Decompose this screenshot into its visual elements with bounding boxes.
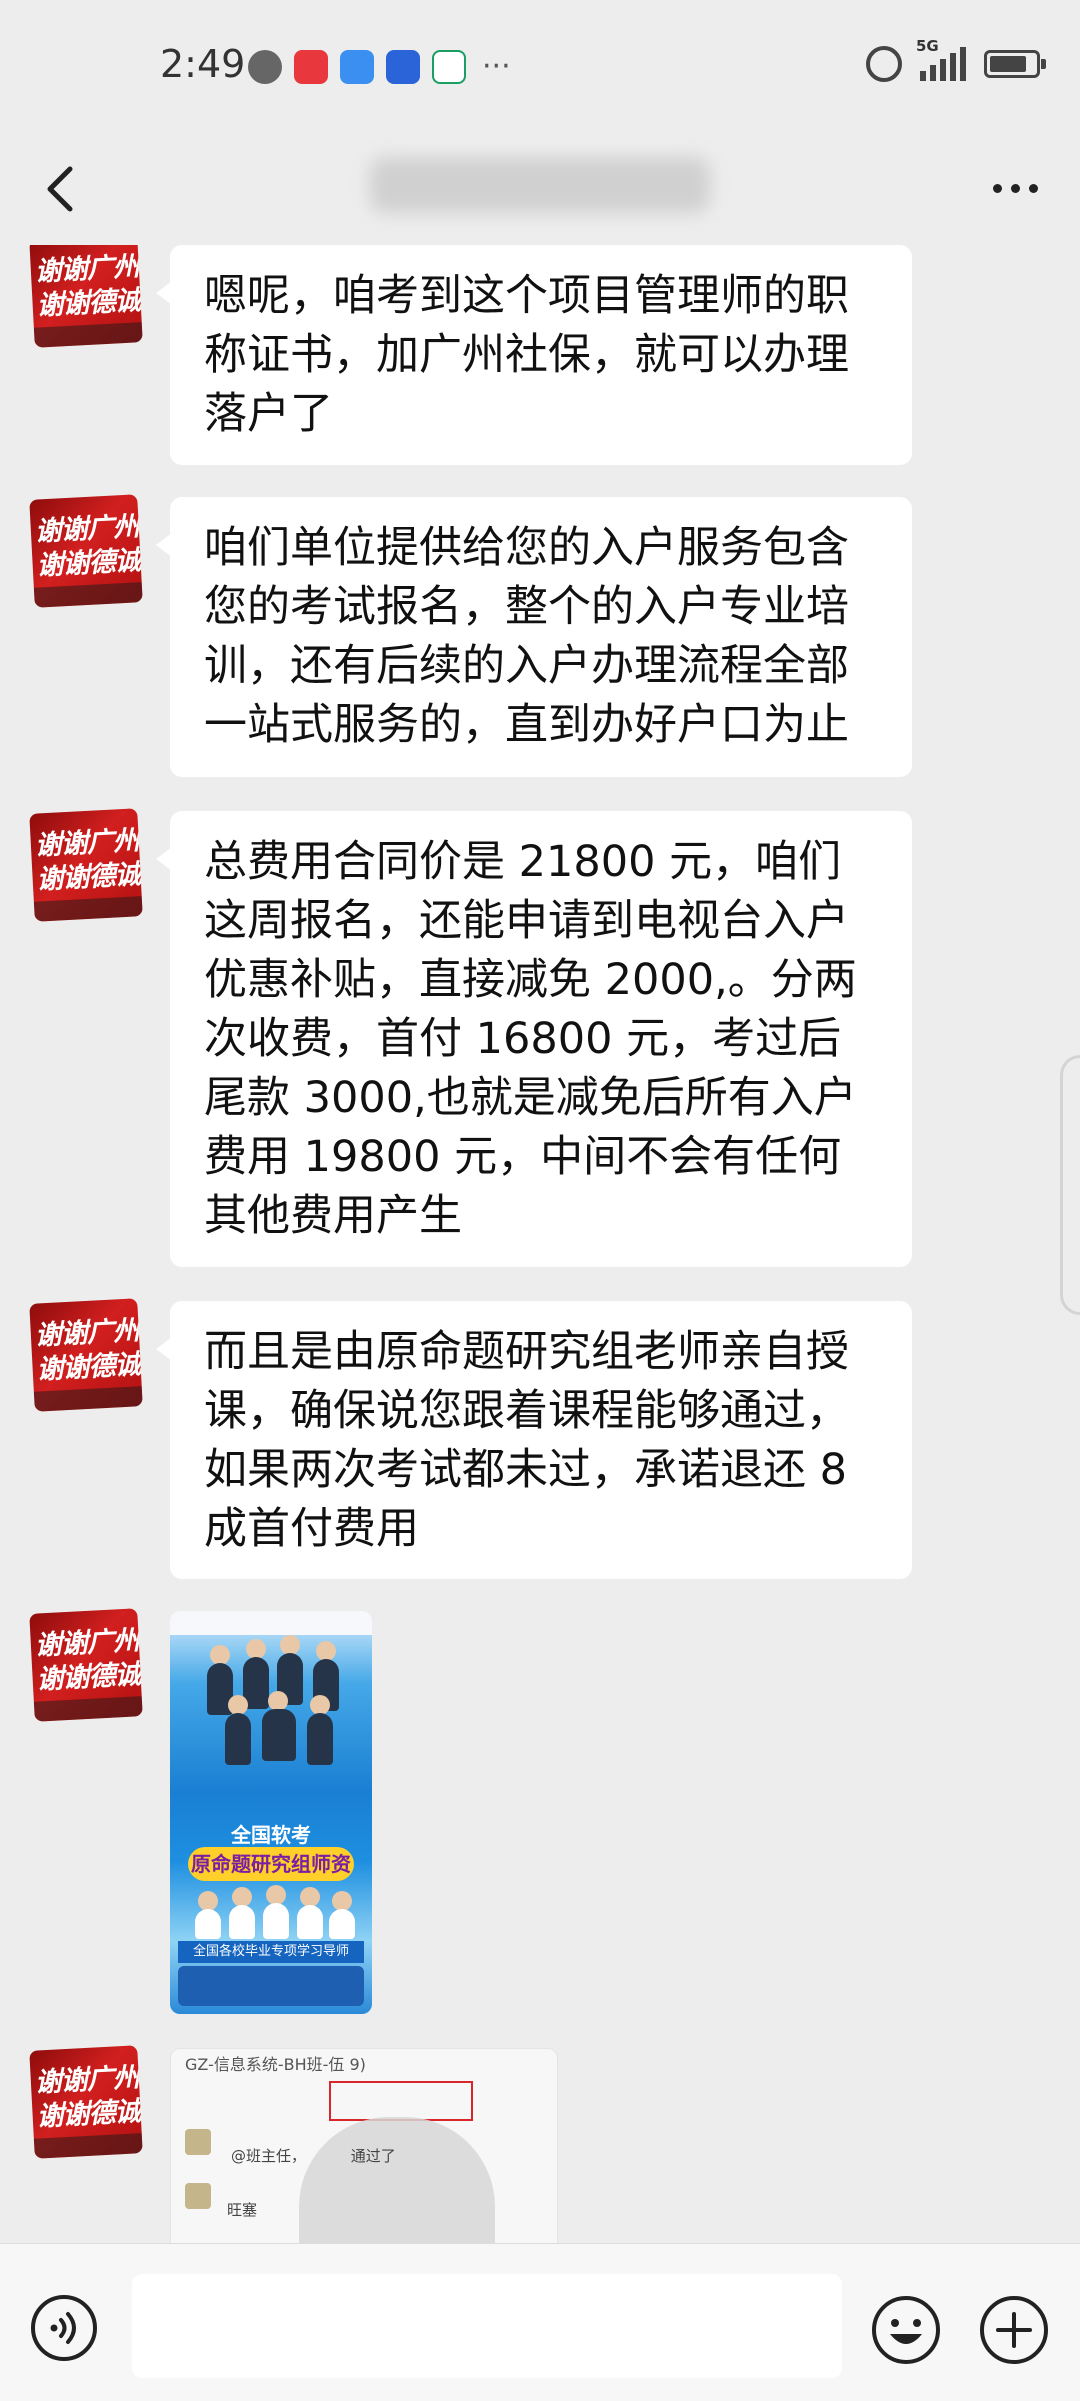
signal-icon: 5G — [916, 37, 966, 81]
voice-button[interactable] — [30, 2294, 98, 2362]
overflow-indicator: ··· — [482, 49, 511, 84]
notification-icons: ··· — [248, 50, 511, 84]
passed-text: 通过了 — [350, 2147, 396, 2165]
avatar[interactable]: 谢谢广州 谢谢德诚 — [29, 1298, 143, 1412]
poster-subtitle: 原命题研究组师资 — [188, 1847, 354, 1881]
screenshot-caption: GZ-信息系统-BH班-伍 9) — [185, 2055, 366, 2074]
message-text: 嗯呢，咱考到这个项目管理师的职称证书，加广州社保，就可以办理落户了 — [204, 271, 849, 439]
bank-icon — [432, 50, 466, 84]
more-icon — [992, 183, 1002, 193]
cloud-icon — [340, 50, 374, 84]
message-bubble[interactable]: 咱们单位提供给您的入户服务包含您的考试报名，整个的入户专业培训，还有后续的入户办… — [156, 497, 912, 777]
avatar[interactable]: 谢谢广州 谢谢德诚 — [29, 808, 143, 922]
chat-header — [0, 135, 1080, 245]
avatar[interactable]: 谢谢广州 谢谢德诚 — [29, 245, 143, 348]
message-icon — [248, 50, 282, 84]
status-bar: 2:49 ··· 5G — [0, 0, 1080, 135]
avatar[interactable]: 谢谢广州 谢谢德诚 — [29, 2045, 143, 2159]
message-bubble[interactable]: 而且是由原命题研究组老师亲自授课，确保说您跟着课程能够通过，如果两次考试都未过，… — [156, 1301, 912, 1579]
mention-text: @班主任， — [231, 2147, 307, 2165]
reader-icon — [294, 50, 328, 84]
reply-text: 旺塞 — [227, 2201, 258, 2219]
message-list[interactable]: 谢谢广州 谢谢德诚 嗯呢，咱考到这个项目管理师的职称证书，加广州社保，就可以办理… — [0, 245, 1080, 2243]
avatar[interactable]: 谢谢广州 谢谢德诚 — [29, 1608, 143, 1722]
image-message-poster[interactable]: 全国软考 原命题研究组师资 全国各校毕业专项学习导师 — [170, 1611, 372, 2014]
scroll-indicator[interactable] — [1060, 1055, 1080, 1315]
message-input[interactable] — [132, 2274, 842, 2378]
avatar[interactable]: 谢谢广州 谢谢德诚 — [29, 494, 143, 608]
plus-icon — [980, 2296, 1048, 2364]
back-button[interactable] — [32, 153, 92, 223]
message-text: 而且是由原命题研究组老师亲自授课，确保说您跟着课程能够通过，如果两次考试都未过，… — [204, 1327, 849, 1554]
contact-name-blurred — [370, 157, 710, 213]
poster-title: 全国软考 — [231, 1823, 311, 1847]
message-bubble[interactable]: 总费用合同价是 21800 元，咱们这周报名，还能申请到电视台入户优惠补贴，直接… — [156, 811, 912, 1267]
mascot-image — [299, 2117, 495, 2243]
battery-icon — [984, 50, 1046, 78]
emoji-button[interactable] — [870, 2294, 942, 2366]
network-label: 5G — [916, 37, 939, 55]
status-time: 2:49 — [160, 42, 246, 86]
plus-button[interactable] — [978, 2294, 1050, 2366]
message-text: 咱们单位提供给您的入户服务包含您的考试报名，整个的入户专业培训，还有后续的入户办… — [204, 523, 849, 750]
voice-icon — [31, 2295, 97, 2361]
highlight-box — [329, 2081, 473, 2121]
poster-footer: 全国各校毕业专项学习导师 — [178, 1941, 364, 1963]
input-bar — [0, 2243, 1080, 2401]
alarm-icon — [866, 46, 902, 82]
image-message-screenshot[interactable]: GZ-信息系统-BH班-伍 9) @班主任， 通过了 旺塞 — [170, 2048, 558, 2243]
emoji-icon — [872, 2296, 940, 2364]
more-button[interactable] — [980, 153, 1050, 223]
message-text: 总费用合同价是 21800 元，咱们这周报名，还能申请到电视台入户优惠补贴，直接… — [204, 837, 857, 1241]
chevron-left-icon — [47, 166, 73, 212]
message-bubble[interactable]: 嗯呢，咱考到这个项目管理师的职称证书，加广州社保，就可以办理落户了 — [156, 245, 912, 465]
app-icon — [386, 50, 420, 84]
